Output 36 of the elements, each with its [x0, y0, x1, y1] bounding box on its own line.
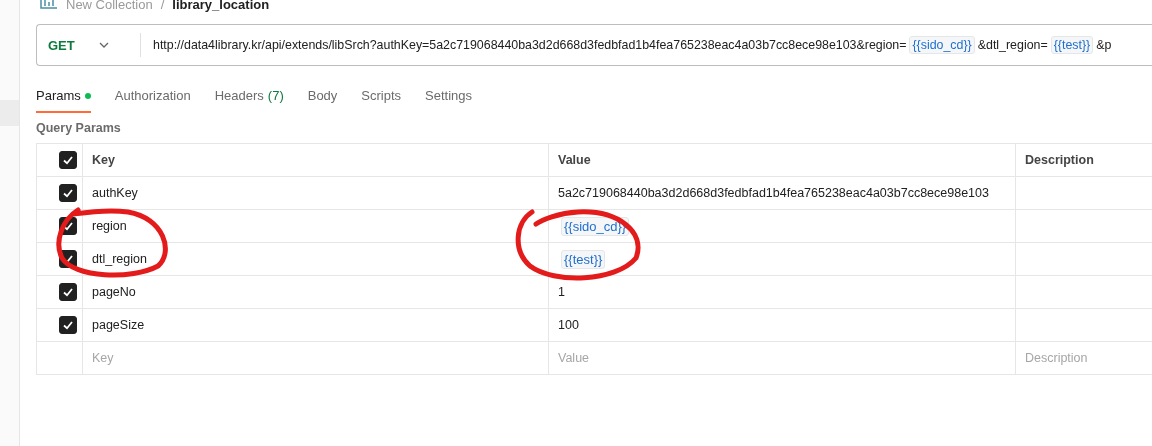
table-cell: region	[92, 219, 127, 233]
checkbox[interactable]	[59, 151, 77, 169]
check-icon	[62, 319, 74, 331]
breadcrumb-separator: /	[160, 0, 165, 12]
method-dropdown[interactable]: GET	[37, 33, 141, 57]
url-field[interactable]: http://data4library.kr/api/extends/libSrch?authKey=5a2c719068440ba3d2d668d3fedbfad1b4fea765238eac4a03b7cc8ece98e103&region= {{sido_cd}} &dtl_region= {{test}} &p	[141, 36, 1152, 54]
tab[interactable]: Body	[307, 80, 338, 113]
column-header: Key	[92, 153, 115, 167]
chevron-down-icon	[98, 42, 109, 48]
check-icon	[62, 154, 74, 166]
variable-tag[interactable]: {{sido_cd}}	[561, 216, 630, 236]
tab[interactable]: Headers (7)	[214, 80, 284, 113]
tab[interactable]: Settings	[425, 80, 473, 113]
collection-link[interactable]: New Collection	[66, 0, 153, 12]
request-icon	[40, 0, 58, 10]
check-icon	[62, 220, 74, 232]
check-icon	[62, 286, 74, 298]
table-cell: 100	[558, 318, 579, 332]
check-icon	[62, 187, 74, 199]
checkbox[interactable]	[59, 316, 77, 334]
checkbox[interactable]	[59, 283, 77, 301]
section-title: Query Params	[36, 121, 122, 135]
table-cell: pageSize	[92, 318, 145, 332]
column-header: Description	[1025, 153, 1094, 167]
tab[interactable]: Authorization	[114, 80, 191, 113]
table-cell: pageNo	[92, 285, 136, 299]
tab[interactable]: Scripts	[361, 80, 402, 113]
request-name: library_location	[172, 0, 270, 12]
table-cell: authKey	[92, 186, 138, 200]
variable-tag[interactable]: {{test}}	[561, 249, 606, 269]
tab[interactable]: Params	[36, 80, 91, 113]
checkbox[interactable]	[59, 184, 77, 202]
column-header: Value	[558, 153, 591, 167]
table-cell: dtl_region	[92, 252, 147, 266]
table-cell: 1	[558, 285, 565, 299]
table-cell: 5a2c719068440ba3d2d668d3fedbfad1b4fea765238eac4a03b7cc8ece98e103	[558, 186, 989, 200]
